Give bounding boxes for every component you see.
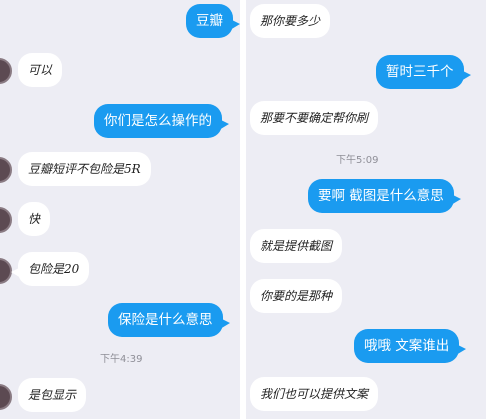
message-bubble-incoming[interactable]: 那你要多少 [250, 4, 331, 38]
message-text: 快 [28, 212, 41, 226]
message-text: 那要不要确定帮你刷 [260, 111, 369, 125]
message-text: 哦哦 文案谁出 [364, 338, 450, 354]
contact-avatar[interactable] [0, 207, 12, 233]
chat-panel-left[interactable]: 豆瓣 可以 你们是怎么操作的 豆瓣短评不包险是5Ɍ 快 包险是20 保险是什么意… [0, 0, 240, 419]
message-timestamp: 下午5:09 [336, 155, 379, 166]
message-text: 你要的是那种 [260, 289, 333, 303]
message-bubble-incoming[interactable]: 可以 [18, 53, 63, 87]
message-text: 那你要多少 [260, 14, 321, 28]
message-bubble-incoming[interactable]: 包险是20 [10, 252, 90, 286]
contact-avatar[interactable] [0, 384, 12, 410]
message-bubble-incoming[interactable]: 豆瓣短评不包险是5Ɍ [18, 152, 151, 186]
chat-panel-right[interactable]: 那你要多少 暂时三千个 那要不要确定帮你刷 下午5:09 要啊 截图是什么意思 … [246, 0, 486, 419]
message-text: 要啊 截图是什么意思 [318, 188, 444, 204]
message-text: 就是提供截图 [260, 239, 333, 253]
message-text: 我们也可以提供文案 [260, 387, 369, 401]
contact-avatar[interactable] [0, 157, 12, 183]
message-text: 你们是怎么操作的 [104, 113, 212, 129]
message-timestamp: 下午4:39 [100, 354, 143, 365]
message-bubble-incoming[interactable]: 就是提供截图 [250, 229, 343, 263]
contact-avatar[interactable] [0, 58, 12, 84]
chat-screenshot: 豆瓣 可以 你们是怎么操作的 豆瓣短评不包险是5Ɍ 快 包险是20 保险是什么意… [0, 0, 486, 419]
message-bubble-incoming[interactable]: 快 [18, 202, 51, 236]
message-bubble-incoming[interactable]: 是包显示 [18, 378, 87, 412]
message-bubble-outgoing[interactable]: 保险是什么意思 [108, 303, 229, 337]
message-text: 可以 [28, 63, 53, 77]
message-bubble-incoming[interactable]: 你要的是那种 [250, 279, 343, 313]
message-text: 豆瓣短评不包险是5Ɍ [28, 162, 141, 176]
message-bubble-outgoing[interactable]: 暂时三千个 [376, 55, 470, 89]
message-text: 包险是20 [28, 262, 80, 276]
message-bubble-outgoing[interactable]: 要啊 截图是什么意思 [308, 179, 461, 213]
message-bubble-outgoing[interactable]: 豆瓣 [186, 4, 240, 38]
message-bubble-incoming[interactable]: 我们也可以提供文案 [250, 377, 379, 411]
message-bubble-incoming[interactable]: 那要不要确定帮你刷 [250, 101, 379, 135]
message-text: 是包显示 [28, 388, 77, 402]
message-bubble-outgoing[interactable]: 哦哦 文案谁出 [354, 329, 467, 363]
message-text: 暂时三千个 [386, 64, 454, 80]
message-text: 豆瓣 [196, 13, 223, 29]
message-bubble-outgoing[interactable]: 你们是怎么操作的 [94, 104, 229, 138]
message-text: 保险是什么意思 [118, 312, 213, 328]
